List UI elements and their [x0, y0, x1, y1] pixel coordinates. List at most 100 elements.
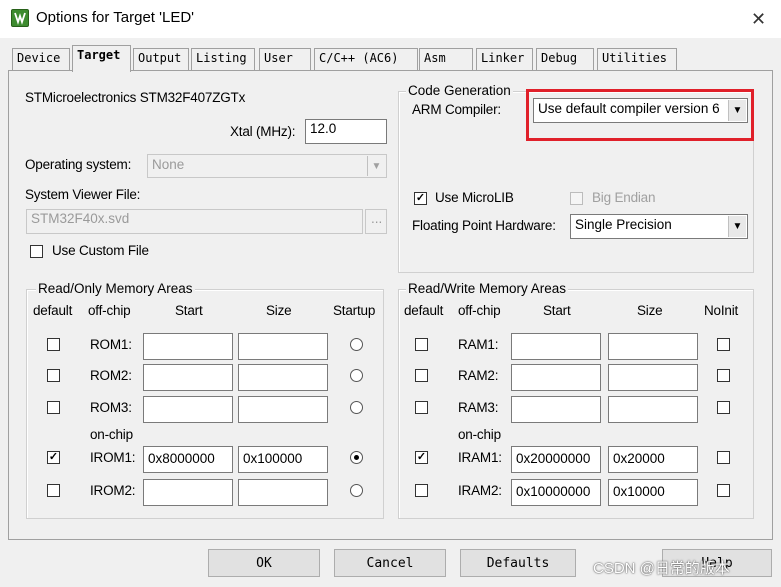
ro-start-input[interactable] — [143, 396, 233, 423]
rw-row-name: RAM1: — [458, 337, 499, 352]
rw-header-offchip: off-chip — [458, 303, 501, 318]
ro-default-checkbox[interactable] — [47, 401, 60, 414]
tab-output[interactable]: Output — [133, 48, 189, 70]
ro-size-input[interactable] — [238, 364, 328, 391]
rw-header-noinit: NoInit — [704, 303, 739, 318]
ro-size-input[interactable] — [238, 333, 328, 360]
rw-noinit-checkbox[interactable] — [717, 338, 730, 351]
ro-onchip-label: on-chip — [90, 427, 133, 442]
ro-row-name: IROM2: — [90, 483, 136, 498]
svd-input[interactable]: STM32F40x.svd — [26, 209, 363, 234]
keil-app-icon — [11, 9, 29, 27]
defaults-button[interactable]: Defaults — [460, 549, 576, 577]
ro-row-name: IROM1: — [90, 450, 136, 465]
rw-noinit-checkbox[interactable] — [717, 401, 730, 414]
ro-startup-radio[interactable] — [350, 401, 363, 414]
microlib-checkbox[interactable]: ✓ — [414, 192, 427, 205]
ro-header-start: Start — [175, 303, 203, 318]
ro-start-input[interactable] — [143, 479, 233, 506]
rw-start-input[interactable] — [511, 396, 601, 423]
rw-start-input[interactable] — [511, 364, 601, 391]
rw-default-checkbox[interactable] — [415, 484, 428, 497]
rw-size-input[interactable] — [608, 364, 698, 391]
ro-memory-title: Read/Only Memory Areas — [36, 281, 195, 296]
ro-size-input[interactable] — [238, 396, 328, 423]
os-value: None — [152, 157, 185, 172]
rw-row-name: IRAM1: — [458, 450, 502, 465]
rw-noinit-checkbox[interactable] — [717, 369, 730, 382]
ro-header-startup: Startup — [333, 303, 376, 318]
tab-c-c-ac6[interactable]: C/C++ (AC6) — [314, 48, 418, 70]
cancel-button[interactable]: Cancel — [334, 549, 446, 577]
ro-row-name: ROM3: — [90, 400, 132, 415]
ro-size-input[interactable]: 0x100000 — [238, 446, 328, 473]
close-icon[interactable]: ✕ — [736, 0, 781, 38]
tab-utilities[interactable]: Utilities — [597, 48, 677, 70]
rw-size-input[interactable] — [608, 333, 698, 360]
fpu-select[interactable]: Single Precision ▼ — [570, 214, 748, 239]
ro-default-checkbox[interactable]: ✓ — [47, 451, 60, 464]
code-generation-title: Code Generation — [406, 83, 513, 98]
ro-start-input[interactable] — [143, 333, 233, 360]
rw-header-start: Start — [543, 303, 571, 318]
ro-default-checkbox[interactable] — [47, 369, 60, 382]
rw-onchip-label: on-chip — [458, 427, 501, 442]
big-endian-label: Big Endian — [592, 190, 656, 205]
rw-size-input[interactable] — [608, 396, 698, 423]
rw-noinit-checkbox[interactable] — [717, 451, 730, 464]
rw-header-size: Size — [637, 303, 663, 318]
xtal-input[interactable]: 12.0 — [305, 119, 387, 144]
csdn-watermark: CSDN @日常的版本 — [593, 560, 730, 577]
tab-debug[interactable]: Debug — [536, 48, 594, 70]
xtal-label: Xtal (MHz): — [230, 124, 296, 139]
rw-noinit-checkbox[interactable] — [717, 484, 730, 497]
rw-size-input[interactable]: 0x20000 — [608, 446, 698, 473]
highlight-box — [526, 89, 754, 141]
svd-label: System Viewer File: — [25, 187, 141, 202]
rw-header-default: default — [404, 303, 444, 318]
ro-header-offchip: off-chip — [88, 303, 131, 318]
os-select[interactable]: None ▼ — [147, 154, 387, 178]
tab-target[interactable]: Target — [72, 45, 131, 72]
tab-asm[interactable]: Asm — [419, 48, 473, 70]
big-endian-checkbox[interactable] — [570, 192, 583, 205]
device-name: STMicroelectronics STM32F407ZGTx — [25, 90, 246, 105]
ro-header-size: Size — [266, 303, 292, 318]
os-label: Operating system: — [25, 157, 132, 172]
fpu-label: Floating Point Hardware: — [412, 218, 556, 233]
arm-compiler-label: ARM Compiler: — [412, 102, 501, 117]
ro-startup-radio[interactable] — [350, 338, 363, 351]
ro-startup-radio[interactable] — [350, 484, 363, 497]
ro-default-checkbox[interactable] — [47, 338, 60, 351]
chevron-down-icon: ▼ — [367, 156, 385, 176]
use-custom-file-label: Use Custom File — [52, 243, 149, 258]
tab-device[interactable]: Device — [12, 48, 70, 70]
rw-default-checkbox[interactable]: ✓ — [415, 451, 428, 464]
rw-start-input[interactable]: 0x10000000 — [511, 479, 601, 506]
rw-start-input[interactable] — [511, 333, 601, 360]
rw-row-name: RAM2: — [458, 368, 499, 383]
ro-default-checkbox[interactable] — [47, 484, 60, 497]
tab-linker[interactable]: Linker — [476, 48, 533, 70]
window-title: Options for Target 'LED' — [36, 9, 195, 26]
rw-start-input[interactable]: 0x20000000 — [511, 446, 601, 473]
ro-row-name: ROM2: — [90, 368, 132, 383]
ro-startup-radio[interactable] — [350, 369, 363, 382]
tab-listing[interactable]: Listing — [191, 48, 255, 70]
rw-default-checkbox[interactable] — [415, 369, 428, 382]
ro-start-input[interactable] — [143, 364, 233, 391]
microlib-label: Use MicroLIB — [435, 190, 514, 205]
rw-default-checkbox[interactable] — [415, 401, 428, 414]
chevron-down-icon: ▼ — [728, 216, 746, 237]
fpu-value: Single Precision — [575, 217, 672, 232]
ro-startup-radio[interactable] — [350, 451, 363, 464]
rw-size-input[interactable]: 0x10000 — [608, 479, 698, 506]
use-custom-file-checkbox[interactable] — [30, 245, 43, 258]
ro-size-input[interactable] — [238, 479, 328, 506]
rw-row-name: IRAM2: — [458, 483, 502, 498]
tab-user[interactable]: User — [259, 48, 311, 70]
ro-start-input[interactable]: 0x8000000 — [143, 446, 233, 473]
rw-default-checkbox[interactable] — [415, 338, 428, 351]
ok-button[interactable]: OK — [208, 549, 320, 577]
svd-browse-button[interactable]: ... — [365, 209, 387, 234]
